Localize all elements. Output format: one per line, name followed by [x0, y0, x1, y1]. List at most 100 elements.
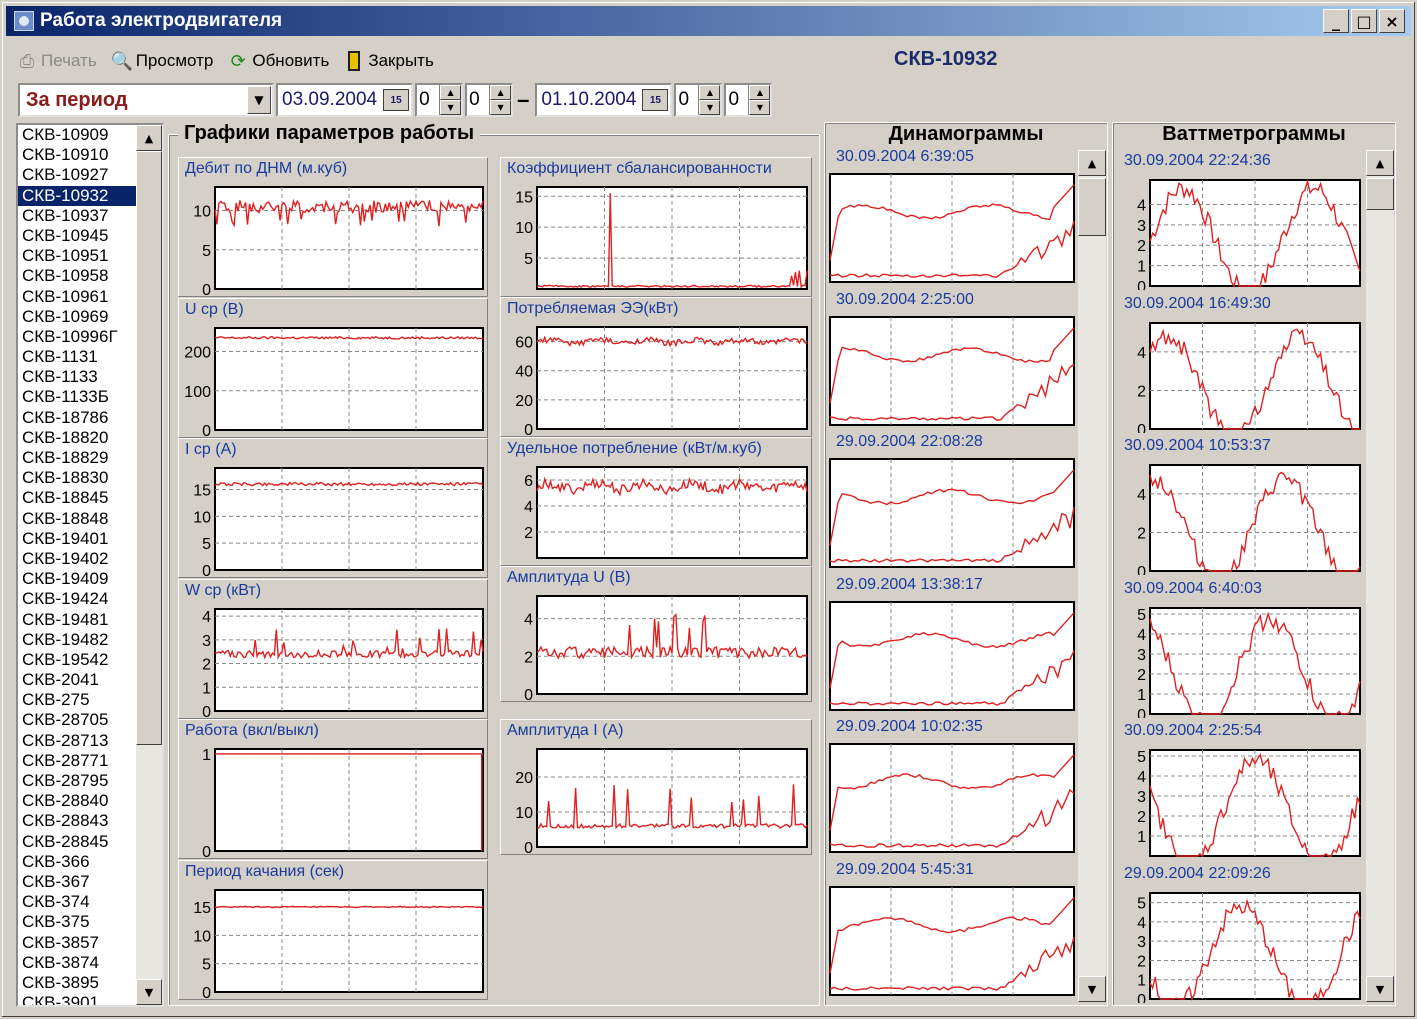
- spin-up-icon[interactable]: ▲: [440, 85, 462, 100]
- well-list-item[interactable]: СКВ-366: [18, 852, 138, 872]
- dynamogram-card[interactable]: 30.09.2004 2:25:00: [828, 291, 1076, 431]
- scroll-thumb[interactable]: [136, 151, 162, 745]
- well-list-item[interactable]: СКВ-2041: [18, 670, 138, 690]
- well-list-item[interactable]: СКВ-18786: [18, 408, 138, 428]
- maximize-button[interactable]: □: [1351, 9, 1377, 33]
- well-list-item[interactable]: СКВ-3895: [18, 973, 138, 993]
- scroll-down-icon[interactable]: ▼: [136, 979, 162, 1005]
- well-list-item[interactable]: СКВ-3857: [18, 933, 138, 953]
- spin-down-icon[interactable]: ▼: [699, 100, 721, 115]
- dynamogram-card[interactable]: 29.09.2004 13:38:17: [828, 576, 1076, 716]
- wells-list[interactable]: СКВ-10909 СКВ-10910 СКВ-10927 СКВ-10932 СКВ-…: [16, 123, 164, 1007]
- well-list-item[interactable]: СКВ-28705: [18, 710, 138, 730]
- well-list-item[interactable]: СКВ-19424: [18, 589, 138, 609]
- well-list-item[interactable]: СКВ-10996Г: [18, 327, 138, 347]
- well-list-item[interactable]: СКВ-275: [18, 690, 138, 710]
- well-list-item[interactable]: СКВ-10937: [18, 206, 138, 226]
- hour-from-value: 0: [419, 89, 430, 110]
- wattmetergram-card[interactable]: 5 4 3 2 1 30.09.2004 2:25:54: [1116, 720, 1364, 860]
- well-list-item[interactable]: СКВ-1133: [18, 367, 138, 387]
- well-list-item[interactable]: СКВ-375: [18, 912, 138, 932]
- wells-scrollbar[interactable]: ▲ ▼: [136, 125, 162, 1005]
- min-from-stepper[interactable]: 0 ▲ ▼: [465, 83, 514, 117]
- well-list-item[interactable]: СКВ-1131: [18, 347, 138, 367]
- well-list-item[interactable]: СКВ-374: [18, 892, 138, 912]
- calendar-icon[interactable]: 15: [642, 89, 669, 111]
- wattmetergram-card[interactable]: 4 2 0 30.09.2004 16:49:30: [1116, 293, 1364, 439]
- wattmeter-scrollbar[interactable]: ▲ ▼: [1366, 150, 1394, 1002]
- spin-down-icon[interactable]: ▼: [749, 100, 771, 115]
- date-from-field[interactable]: 03.09.2004 15: [276, 83, 414, 117]
- refresh-button[interactable]: ⟳ Обновить: [227, 50, 330, 72]
- well-list-item[interactable]: СКВ-19482: [18, 630, 138, 650]
- hour-from-stepper[interactable]: 0 ▲ ▼: [415, 83, 464, 117]
- minimize-button[interactable]: _: [1323, 9, 1349, 33]
- scroll-up-icon[interactable]: ▲: [1078, 150, 1106, 176]
- well-list-item[interactable]: СКВ-10951: [18, 246, 138, 266]
- well-list-item[interactable]: СКВ-28840: [18, 791, 138, 811]
- spin-down-icon[interactable]: ▼: [490, 100, 512, 115]
- well-list-item[interactable]: СКВ-10909: [18, 125, 138, 145]
- scroll-up-icon[interactable]: ▲: [136, 125, 162, 151]
- well-list-item[interactable]: СКВ-18845: [18, 488, 138, 508]
- well-list-item[interactable]: СКВ-10945: [18, 226, 138, 246]
- well-list-item[interactable]: СКВ-367: [18, 872, 138, 892]
- title-bar[interactable]: Работа электродвигателя _ □ ×: [6, 6, 1411, 36]
- well-list-item[interactable]: СКВ-10958: [18, 266, 138, 286]
- well-list-item[interactable]: СКВ-1133Б: [18, 387, 138, 407]
- well-list-item[interactable]: СКВ-19542: [18, 650, 138, 670]
- well-list-item[interactable]: СКВ-18829: [18, 448, 138, 468]
- tick-label: 3: [1137, 934, 1146, 951]
- scroll-down-icon[interactable]: ▼: [1366, 976, 1394, 1002]
- close-window-button[interactable]: ×: [1379, 9, 1405, 33]
- well-list-item[interactable]: СКВ-3874: [18, 953, 138, 973]
- well-list-item[interactable]: СКВ-3901: [18, 993, 138, 1005]
- chevron-down-icon[interactable]: ▼: [247, 86, 271, 114]
- calendar-icon[interactable]: 15: [383, 89, 410, 111]
- well-list-item[interactable]: СКВ-28843: [18, 811, 138, 831]
- well-list-item[interactable]: СКВ-18820: [18, 428, 138, 448]
- spin-up-icon[interactable]: ▲: [749, 85, 771, 100]
- close-button[interactable]: Закрыть: [343, 50, 434, 72]
- well-list-item[interactable]: СКВ-18848: [18, 509, 138, 529]
- spin-up-icon[interactable]: ▲: [490, 85, 512, 100]
- scroll-thumb[interactable]: [1078, 178, 1106, 236]
- scroll-down-icon[interactable]: ▼: [1078, 976, 1106, 1002]
- well-list-item[interactable]: СКВ-28771: [18, 751, 138, 771]
- spin-up-icon[interactable]: ▲: [699, 85, 721, 100]
- spin-down-icon[interactable]: ▼: [440, 100, 462, 115]
- hour-to-stepper[interactable]: 0 ▲ ▼: [674, 83, 723, 117]
- well-list-item[interactable]: СКВ-10927: [18, 165, 138, 185]
- dynamograms-scrollbar[interactable]: ▲ ▼: [1078, 150, 1106, 1002]
- wattmetergram-card[interactable]: 5 4 3 2 1 0 30.09.2004 6:40:03: [1116, 578, 1364, 724]
- print-button[interactable]: ⎙ Печать: [16, 50, 97, 72]
- dynamogram-card[interactable]: 29.09.2004 10:02:35: [828, 718, 1076, 858]
- wattmetergram-timestamp: 30.09.2004 10:53:37: [1124, 437, 1271, 454]
- well-list-item[interactable]: СКВ-10961: [18, 287, 138, 307]
- well-list-item[interactable]: СКВ-19409: [18, 569, 138, 589]
- wattmetergram-card[interactable]: 4 2 0 30.09.2004 10:53:37: [1116, 435, 1364, 581]
- scroll-up-icon[interactable]: ▲: [1366, 150, 1394, 176]
- wattmetergram-card[interactable]: 4 3 2 1 0 30.09.2004 22:24:36: [1116, 150, 1364, 296]
- well-list-item[interactable]: СКВ-10969: [18, 307, 138, 327]
- wattmetergram-card[interactable]: 5 4 3 2 1 0 29.09.2004 22:09:26: [1116, 863, 1364, 1009]
- dynamogram-card[interactable]: 29.09.2004 22:08:28: [828, 433, 1076, 573]
- scroll-thumb[interactable]: [1366, 178, 1394, 210]
- preview-button[interactable]: 🔍 Просмотр: [111, 50, 214, 72]
- well-list-item[interactable]: СКВ-19402: [18, 549, 138, 569]
- param-chart-title: Амплитуда U (В): [507, 569, 631, 586]
- well-list-item[interactable]: СКВ-19481: [18, 610, 138, 630]
- date-to-field[interactable]: 01.10.2004 15: [535, 83, 673, 117]
- well-list-item[interactable]: СКВ-28845: [18, 832, 138, 852]
- dynamogram-card[interactable]: 29.09.2004 5:45:31: [828, 861, 1076, 1001]
- well-list-item[interactable]: СКВ-28795: [18, 771, 138, 791]
- min-to-stepper[interactable]: 0 ▲ ▼: [724, 83, 773, 117]
- well-list-item[interactable]: СКВ-10932: [18, 185, 138, 206]
- period-mode-select[interactable]: За период ▼: [18, 83, 274, 117]
- well-list-item[interactable]: СКВ-19401: [18, 529, 138, 549]
- well-list-item[interactable]: СКВ-28713: [18, 731, 138, 751]
- well-list-item[interactable]: СКВ-10910: [18, 145, 138, 165]
- dynamogram-card[interactable]: 30.09.2004 6:39:05: [828, 148, 1076, 288]
- well-list-item[interactable]: СКВ-18830: [18, 468, 138, 488]
- tick-label: 3: [1137, 218, 1146, 235]
